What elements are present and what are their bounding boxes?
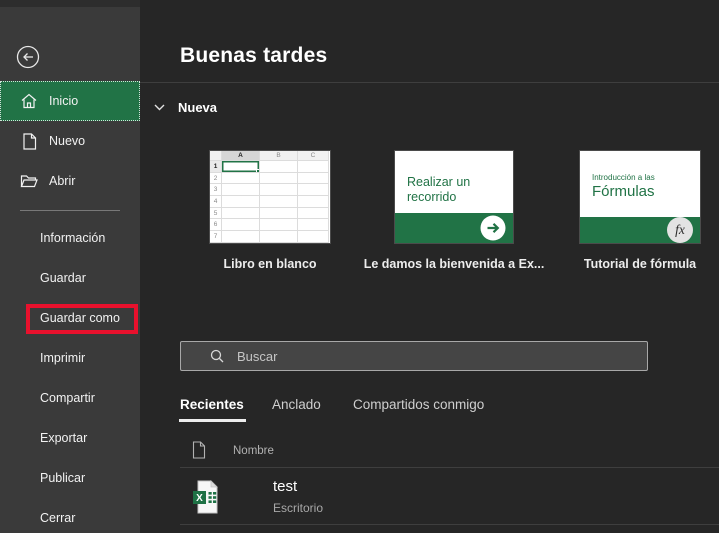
open-folder-icon [20, 172, 38, 190]
grid-row-header: 3 [210, 184, 222, 197]
sidebar-item-label: Nuevo [49, 134, 86, 148]
grid-col-header: C [298, 151, 329, 161]
search-icon [210, 349, 224, 368]
grid-row-header: 5 [210, 207, 222, 220]
template-label-blank-workbook: Libro en blanco [223, 257, 317, 271]
chevron-down-icon [154, 98, 165, 116]
excel-file-icon: X [192, 480, 218, 519]
list-divider [180, 524, 719, 525]
formula-preview-subtitle: Introducción a las [592, 173, 655, 182]
grid-row-header: 7 [210, 231, 222, 243]
sidebar-item-label: Cerrar [40, 511, 76, 525]
sidebar-item-imprimir[interactable]: Imprimir [0, 338, 140, 378]
greeting-heading: Buenas tardes [180, 44, 328, 67]
grid-row-header: 2 [210, 172, 222, 185]
sidebar-item-nuevo[interactable]: Nuevo [0, 121, 140, 161]
grid-row-header: 4 [210, 196, 222, 208]
sidebar-item-abrir[interactable]: Abrir [0, 161, 140, 201]
spreadsheet-preview: A B C 1 2 3 4 5 6 7 [210, 151, 330, 243]
file-row-test[interactable]: X test Escritorio [180, 472, 719, 524]
file-location: Escritorio [273, 501, 324, 515]
svg-text:X: X [196, 493, 203, 504]
header-divider [140, 82, 719, 83]
template-card-formula-tutorial[interactable]: Introducción a las Fórmulas fx [580, 151, 700, 243]
fill-handle [256, 168, 259, 172]
grid-col-header: A [222, 151, 260, 161]
active-tab-underline [179, 419, 246, 422]
sidebar-item-guardar-como[interactable]: Guardar como [0, 298, 140, 338]
sidebar-item-label: Exportar [40, 431, 88, 445]
tour-preview-text: Realizar un recorrido [407, 175, 471, 204]
sidebar-item-label: Información [40, 231, 106, 245]
home-icon [20, 92, 38, 110]
sidebar-item-label: Abrir [49, 174, 76, 188]
template-label-welcome-tour: Le damos la bienvenida a Ex... [363, 257, 545, 271]
back-button[interactable] [16, 45, 40, 69]
new-section-header[interactable]: Nueva [154, 98, 217, 116]
tab-recientes[interactable]: Recientes [180, 397, 244, 412]
sidebar-item-informacion[interactable]: Información [0, 218, 140, 258]
grid-row-header: 1 [210, 161, 222, 173]
formula-preview-title: Fórmulas [592, 183, 655, 200]
search-input[interactable] [237, 342, 637, 370]
file-name: test [273, 478, 298, 495]
fx-badge-icon: fx [667, 217, 693, 243]
list-header: Nombre [192, 441, 274, 464]
search-box [180, 341, 648, 371]
sidebar-divider [20, 210, 120, 211]
new-document-icon [20, 132, 38, 150]
template-card-welcome-tour[interactable]: Realizar un recorrido [395, 151, 513, 243]
grid-corner [210, 151, 222, 161]
sidebar-nav-bottom: Información Guardar Guardar como Imprimi… [0, 218, 140, 533]
list-divider [180, 467, 719, 468]
backstage-main: Buenas tardes Nueva A B C 1 2 3 4 5 6 7 … [140, 0, 719, 533]
template-label-formula-tutorial: Tutorial de fórmula [583, 257, 697, 271]
titlebar-strip [0, 0, 140, 7]
new-section-label: Nueva [178, 99, 218, 115]
sidebar-item-label: Imprimir [40, 351, 86, 365]
grid-row-header: 6 [210, 219, 222, 232]
selected-cell-a1 [222, 161, 260, 173]
sidebar: Inicio Nuevo Abrir Información Guardar G… [0, 0, 140, 533]
sidebar-item-publicar[interactable]: Publicar [0, 458, 140, 498]
sidebar-item-label: Guardar como [40, 311, 120, 325]
sidebar-item-label: Publicar [40, 471, 86, 485]
grid-col-header: B [260, 151, 298, 161]
sidebar-nav-top: Inicio Nuevo Abrir [0, 81, 140, 201]
sidebar-item-compartir[interactable]: Compartir [0, 378, 140, 418]
arrow-circle-icon [480, 215, 506, 241]
back-arrow-icon [16, 45, 40, 72]
tab-anclado[interactable]: Anclado [272, 397, 321, 412]
excel-backstage-window: Inicio Nuevo Abrir Información Guardar G… [0, 0, 719, 533]
tab-compartidos-conmigo[interactable]: Compartidos conmigo [353, 397, 484, 412]
template-card-blank-workbook[interactable]: A B C 1 2 3 4 5 6 7 [210, 151, 330, 243]
sidebar-item-label: Guardar [40, 271, 86, 285]
sidebar-item-label: Compartir [40, 391, 95, 405]
sidebar-item-cerrar[interactable]: Cerrar [0, 498, 140, 533]
document-icon [192, 441, 206, 464]
column-header-nombre: Nombre [233, 445, 274, 457]
sidebar-item-label: Inicio [49, 94, 79, 108]
sidebar-item-guardar[interactable]: Guardar [0, 258, 140, 298]
sidebar-item-inicio[interactable]: Inicio [0, 81, 140, 121]
sidebar-item-exportar[interactable]: Exportar [0, 418, 140, 458]
